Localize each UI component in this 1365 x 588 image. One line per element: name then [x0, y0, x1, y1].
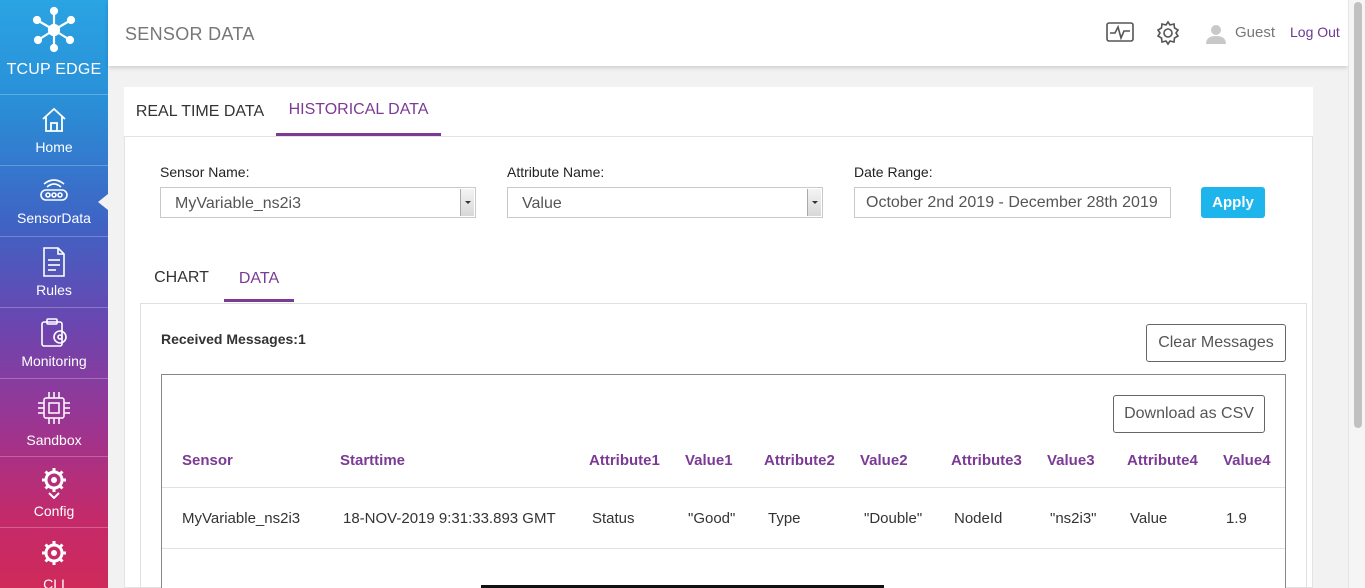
date-range-label: Date Range:	[854, 164, 933, 180]
column-header-value2: Value2	[860, 452, 908, 469]
gear-wrench-icon	[42, 468, 66, 499]
gear-wrench-icon	[42, 541, 66, 565]
table-cell: "ns2i3"	[1050, 510, 1097, 527]
table-cell: Type	[768, 510, 801, 527]
sidebar-item-cli[interactable]: CLI	[0, 528, 108, 588]
tab-historical-data[interactable]: HISTORICAL DATA	[276, 87, 441, 136]
sensor-name-select[interactable]: MyVariable_ns2i3	[160, 187, 476, 218]
table-cell: 18-NOV-2019 9:31:33.893 GMT	[343, 510, 556, 527]
user-icon	[1206, 25, 1226, 44]
column-header-sensor: Sensor	[182, 452, 233, 469]
table-cell: "Double"	[864, 510, 923, 527]
user-name: Guest	[1235, 24, 1276, 41]
sidebar-item-label: Rules	[36, 282, 72, 298]
sensor-name-value: MyVariable_ns2i3	[175, 195, 301, 212]
table-divider	[162, 548, 1285, 549]
sidebar-item-label: Sandbox	[26, 431, 82, 448]
dropdown-arrow-icon	[807, 189, 821, 216]
tab-data[interactable]: DATA	[224, 258, 294, 302]
attribute-name-value: Value	[522, 195, 562, 212]
sidebar-item-label: Config	[33, 503, 75, 519]
column-header-value3: Value3	[1047, 452, 1095, 469]
apply-button[interactable]: Apply	[1201, 187, 1265, 218]
sidebar-item-sensordata[interactable]: SensorData	[0, 166, 108, 237]
table-divider	[162, 487, 1285, 488]
activity-monitor-icon[interactable]	[1106, 22, 1134, 44]
column-header-attribute4: Attribute4	[1127, 452, 1198, 469]
logout-link[interactable]: Log Out	[1290, 24, 1340, 40]
column-header-attribute1: Attribute1	[589, 452, 660, 469]
sensor-name-label: Sensor Name:	[160, 164, 250, 180]
column-header-starttime: Starttime	[340, 452, 406, 469]
sidebar-item-rules[interactable]: Rules	[0, 237, 108, 308]
table-cell: "Good"	[688, 510, 736, 527]
tab-chart[interactable]: CHART	[140, 258, 223, 297]
received-messages: Received Messages:1	[161, 331, 306, 347]
table-cell: MyVariable_ns2i3	[182, 510, 301, 527]
column-header-attribute2: Attribute2	[764, 452, 835, 469]
home-icon	[42, 107, 66, 132]
date-range-input[interactable]: October 2nd 2019 - December 28th 2019	[854, 187, 1171, 218]
column-header-value4: Value4	[1223, 452, 1271, 469]
sidebar-item-label: SensorData	[17, 210, 91, 226]
attribute-name-label: Attribute Name:	[507, 164, 605, 180]
sidebar-item-label: Monitoring	[21, 353, 87, 369]
page-scrollbar[interactable]	[1348, 0, 1365, 588]
sidebar-item-sandbox[interactable]: Sandbox	[0, 379, 108, 457]
chip-icon	[38, 391, 70, 424]
page-title: SENSOR DATA	[125, 24, 255, 44]
sensor-icon	[40, 179, 68, 201]
clipboard-gear-icon	[41, 318, 67, 347]
dropdown-arrow-icon	[460, 189, 474, 216]
brand[interactable]: TCUP EDGE	[0, 0, 108, 95]
sidebar-item-config[interactable]: Config	[0, 457, 108, 528]
column-header-value1: Value1	[685, 452, 733, 469]
sidebar: TCUP EDGE Home SensorData Rules Monitori…	[0, 0, 108, 588]
tab-real-time-data[interactable]: REAL TIME DATA	[124, 87, 276, 136]
attribute-name-select[interactable]: Value	[507, 187, 823, 218]
sidebar-item-label: CLI	[43, 576, 65, 588]
table-cell: Status	[592, 510, 635, 527]
document-icon	[43, 247, 65, 277]
column-header-attribute3: Attribute3	[951, 452, 1022, 469]
table-cell: Value	[1130, 510, 1168, 527]
table-cell: 1.9	[1226, 510, 1247, 527]
settings-gear-icon[interactable]	[1155, 20, 1181, 46]
download-csv-button[interactable]: Download as CSV	[1113, 395, 1265, 433]
scrollbar-thumb[interactable]	[1354, 2, 1362, 428]
table-cell: NodeId	[954, 510, 1003, 527]
main-tabs: REAL TIME DATA HISTORICAL DATA	[124, 87, 1313, 136]
sidebar-item-label: Home	[35, 139, 73, 155]
top-header: SENSOR DATA Guest Log Out	[108, 0, 1348, 66]
clear-messages-button[interactable]: Clear Messages	[1146, 324, 1286, 362]
network-hub-icon	[32, 6, 76, 53]
sidebar-item-monitoring[interactable]: Monitoring	[0, 308, 108, 379]
sidebar-item-home[interactable]: Home	[0, 95, 108, 166]
brand-name: TCUP EDGE	[6, 61, 102, 78]
